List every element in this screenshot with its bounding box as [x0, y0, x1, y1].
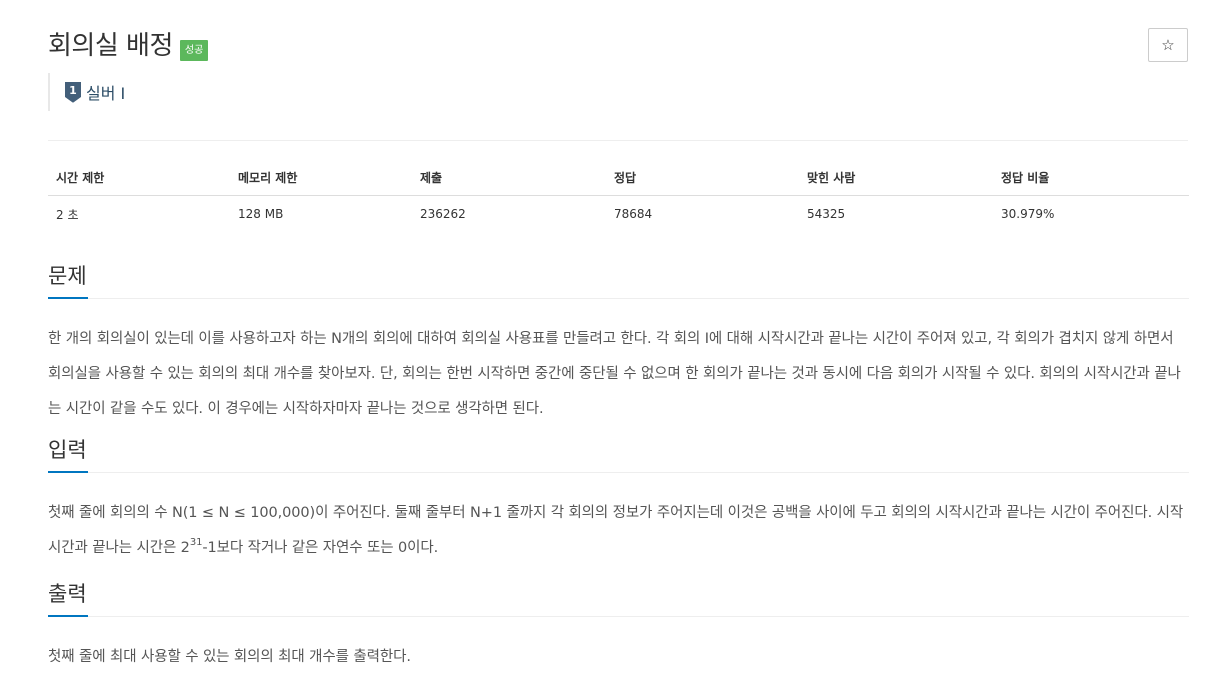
status-badge: 성공 — [179, 40, 209, 61]
input-description: 첫째 줄에 회의의 수 N(1 ≤ N ≤ 100,000)이 주어진다. 둘째… — [48, 496, 1189, 566]
problem-title: 회의실 배정 — [48, 31, 173, 61]
header-solved-users: 맞힌 사람 — [799, 160, 993, 196]
problem-section-header: 문제 — [48, 262, 1189, 299]
output-description: 첫째 줄에 최대 사용할 수 있는 회의의 최대 개수를 출력한다. — [48, 649, 411, 665]
input-section-header: 입력 — [48, 436, 1189, 473]
section-divider — [48, 615, 1189, 617]
problem-description: 한 개의 회의실이 있는데 이를 사용하고자 하는 N개의 회의에 대하여 회의… — [48, 331, 1181, 417]
info-value-row: 2 초 128 MB 236262 78684 54325 30.979% — [48, 196, 1189, 233]
time-limit-value: 2 초 — [56, 207, 79, 222]
info-header-row: 시간 제한 메모리 제한 제출 정답 맞힌 사람 정답 비율 — [48, 160, 1189, 196]
problem-page: 회의실 배정 성공 ☆ 1 실버 I 시간 제한 메모리 제한 제출 정답 맞힌… — [0, 0, 1229, 682]
solved-users-value: 54325 — [807, 207, 846, 221]
header-accept-ratio: 정답 비율 — [993, 160, 1189, 196]
problem-section-title: 문제 — [48, 264, 87, 288]
bookmark-button[interactable]: ☆ — [1148, 28, 1188, 62]
silver-1-icon: 1 — [65, 82, 81, 103]
section-divider — [48, 471, 1189, 473]
header-memory-limit: 메모리 제한 — [230, 160, 412, 196]
header-accepted: 정답 — [606, 160, 799, 196]
star-icon: ☆ — [1161, 36, 1175, 54]
section-divider — [48, 297, 1189, 299]
header-time-limit: 시간 제한 — [48, 160, 230, 196]
input-exponent: 31 — [189, 537, 203, 549]
tier-box: 1 실버 I — [48, 73, 125, 111]
memory-limit-value: 128 MB — [238, 207, 284, 221]
accepted-value: 78684 — [614, 207, 653, 221]
tier-label: 실버 I — [86, 84, 126, 103]
divider — [48, 140, 1188, 141]
problem-info-table: 시간 제한 메모리 제한 제출 정답 맞힌 사람 정답 비율 2 초 128 M… — [48, 160, 1189, 232]
output-section-header: 출력 — [48, 580, 1189, 617]
accept-ratio-value: 30.979% — [1001, 207, 1055, 221]
input-section-title: 입력 — [48, 438, 87, 462]
header-submissions: 제출 — [412, 160, 606, 196]
tier-icon-number: 1 — [69, 84, 77, 97]
title-row: 회의실 배정 성공 — [48, 30, 209, 62]
input-text-part2: -1보다 작거나 같은 자연수 또는 0이다. — [202, 540, 439, 556]
submissions-value: 236262 — [420, 207, 466, 221]
output-section-title: 출력 — [48, 582, 87, 606]
